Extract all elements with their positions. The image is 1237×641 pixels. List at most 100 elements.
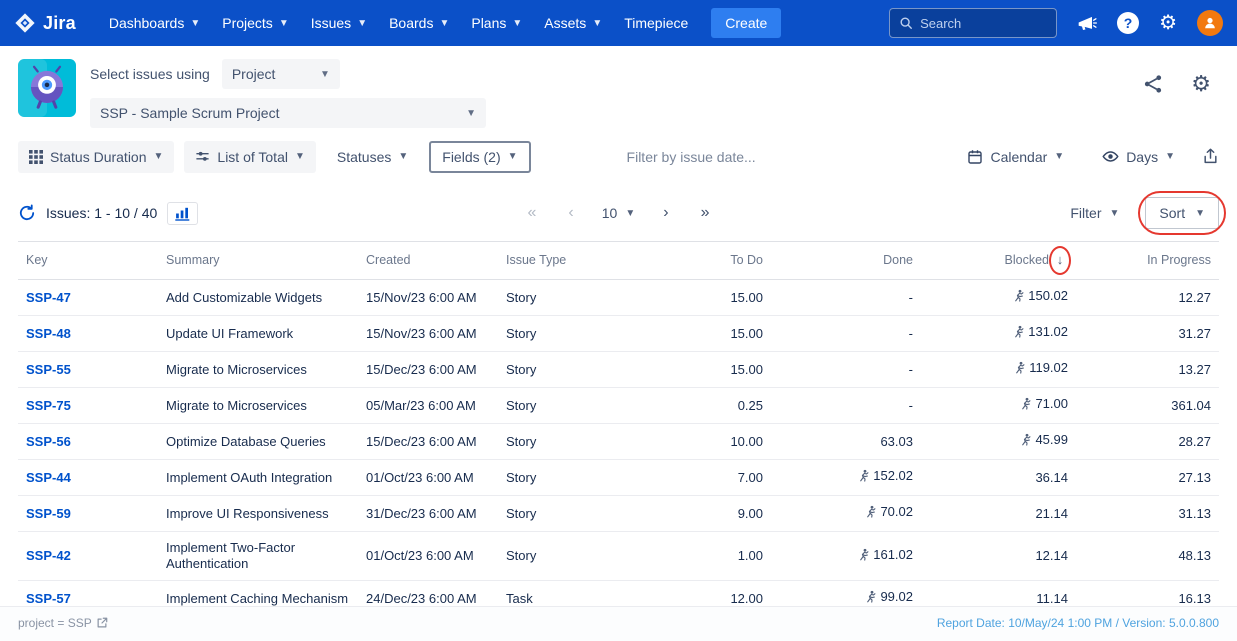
pagination-next-button[interactable]: › bbox=[659, 202, 672, 224]
nav-item-timepiece[interactable]: Timepiece bbox=[613, 0, 699, 46]
column-header-in-progress[interactable]: In Progress bbox=[1076, 242, 1219, 280]
pagination-last-button[interactable]: » bbox=[697, 202, 714, 224]
issue-type: Story bbox=[498, 316, 603, 352]
runner-icon bbox=[1018, 397, 1032, 411]
sliders-icon bbox=[195, 149, 210, 164]
chevron-down-icon: ▼ bbox=[1054, 151, 1064, 162]
issue-created: 15/Nov/23 6:00 AM bbox=[358, 280, 498, 316]
issue-key-link[interactable]: SSP-57 bbox=[26, 591, 71, 606]
issue-type: Story bbox=[498, 388, 603, 424]
issue-created: 01/Oct/23 6:00 AM bbox=[358, 460, 498, 496]
chevron-down-icon: ▼ bbox=[625, 208, 635, 219]
issue-key-link[interactable]: SSP-56 bbox=[26, 434, 71, 449]
issue-type: Story bbox=[498, 280, 603, 316]
issue-summary: Implement Two-Factor Authentication bbox=[158, 532, 358, 581]
nav-item-boards[interactable]: Boards▼ bbox=[378, 0, 460, 46]
column-header-key[interactable]: Key bbox=[18, 242, 158, 280]
inprogress-value: 48.13 bbox=[1076, 532, 1219, 581]
column-header-todo[interactable]: To Do bbox=[603, 242, 771, 280]
report-type-dropdown[interactable]: Status Duration ▼ bbox=[18, 141, 174, 173]
issue-created: 31/Dec/23 6:00 AM bbox=[358, 496, 498, 532]
view-format-dropdown[interactable]: List of Total ▼ bbox=[184, 141, 315, 173]
issue-key-cell: SSP-44 bbox=[18, 460, 158, 496]
sort-dropdown[interactable]: Sort ▼ bbox=[1145, 197, 1219, 229]
issue-key-link[interactable]: SSP-47 bbox=[26, 290, 71, 305]
page-size-dropdown[interactable]: 10 ▼ bbox=[602, 205, 635, 221]
calendar-icon bbox=[967, 149, 983, 165]
project-dropdown[interactable]: SSP - Sample Scrum Project ▼ bbox=[90, 98, 486, 128]
report-bar: Issues: 1 - 10 / 40 « ‹ 10 ▼ › » Filter … bbox=[0, 187, 1237, 241]
inprogress-value: 12.27 bbox=[1076, 280, 1219, 316]
external-link-icon bbox=[96, 617, 108, 629]
runner-icon bbox=[863, 505, 877, 519]
issue-created: 15/Dec/23 6:00 AM bbox=[358, 352, 498, 388]
issue-created: 05/Mar/23 6:00 AM bbox=[358, 388, 498, 424]
sort-descending-icon[interactable]: ↓ bbox=[1052, 252, 1068, 267]
eye-icon bbox=[1102, 148, 1119, 165]
search-input[interactable] bbox=[920, 16, 1047, 31]
inprogress-value: 28.27 bbox=[1076, 424, 1219, 460]
settings-button[interactable]: ⚙ bbox=[1159, 13, 1177, 33]
chart-view-button[interactable] bbox=[167, 202, 198, 225]
inprogress-value: 27.13 bbox=[1076, 460, 1219, 496]
issue-key-link[interactable]: SSP-59 bbox=[26, 506, 71, 521]
issue-type: Story bbox=[498, 460, 603, 496]
announcements-button[interactable] bbox=[1077, 14, 1097, 32]
share-button[interactable] bbox=[1143, 74, 1163, 94]
issue-key-link[interactable]: SSP-44 bbox=[26, 470, 71, 485]
nav-item-issues[interactable]: Issues▼ bbox=[300, 0, 378, 46]
nav-item-plans[interactable]: Plans▼ bbox=[460, 0, 533, 46]
blocked-value: 12.14 bbox=[921, 532, 1076, 581]
help-button[interactable]: ? bbox=[1117, 12, 1139, 34]
inprogress-value: 13.27 bbox=[1076, 352, 1219, 388]
issue-key-link[interactable]: SSP-42 bbox=[26, 548, 71, 563]
statuses-dropdown[interactable]: Statuses ▼ bbox=[326, 141, 419, 173]
jql-link[interactable]: project = SSP bbox=[18, 616, 108, 630]
column-header-issue-type[interactable]: Issue Type bbox=[498, 242, 603, 280]
blocked-value: 150.02 bbox=[921, 280, 1076, 316]
nav-item-assets[interactable]: Assets▼ bbox=[533, 0, 613, 46]
nav-item-projects[interactable]: Projects▼ bbox=[211, 0, 299, 46]
export-button[interactable] bbox=[1202, 148, 1219, 165]
todo-value: 9.00 bbox=[603, 496, 771, 532]
refresh-button[interactable] bbox=[18, 204, 36, 222]
column-header-done[interactable]: Done bbox=[771, 242, 921, 280]
issue-date-filter-input[interactable] bbox=[627, 149, 847, 165]
nav-item-dashboards[interactable]: Dashboards▼ bbox=[98, 0, 211, 46]
chevron-down-icon: ▼ bbox=[466, 108, 476, 119]
issues-count-label: Issues: 1 - 10 / 40 bbox=[46, 205, 157, 221]
fields-dropdown[interactable]: Fields (2) ▼ bbox=[429, 141, 530, 173]
issue-source-dropdown[interactable]: Project ▼ bbox=[222, 59, 340, 89]
calendar-dropdown[interactable]: Calendar ▼ bbox=[956, 141, 1075, 173]
issue-key-link[interactable]: SSP-55 bbox=[26, 362, 71, 377]
pagination-prev-button[interactable]: ‹ bbox=[564, 202, 577, 224]
gear-icon: ⚙ bbox=[1159, 13, 1177, 33]
time-unit-dropdown[interactable]: Days ▼ bbox=[1091, 140, 1186, 173]
filter-dropdown[interactable]: Filter ▼ bbox=[1070, 205, 1119, 221]
create-button[interactable]: Create bbox=[711, 8, 781, 38]
todo-value: 0.25 bbox=[603, 388, 771, 424]
jira-logo[interactable]: Jira bbox=[14, 12, 76, 34]
inprogress-value: 31.13 bbox=[1076, 496, 1219, 532]
issue-summary: Migrate to Microservices bbox=[158, 352, 358, 388]
issue-created: 15/Nov/23 6:00 AM bbox=[358, 316, 498, 352]
issue-key-link[interactable]: SSP-75 bbox=[26, 398, 71, 413]
done-value: 161.02 bbox=[771, 532, 921, 581]
pagination-first-button[interactable]: « bbox=[524, 202, 541, 224]
done-value: - bbox=[771, 316, 921, 352]
todo-value: 7.00 bbox=[603, 460, 771, 496]
jira-logo-text: Jira bbox=[43, 13, 76, 34]
issue-key-cell: SSP-55 bbox=[18, 352, 158, 388]
global-search[interactable] bbox=[889, 8, 1057, 38]
column-header-blocked[interactable]: Blocked ↓ bbox=[921, 242, 1076, 280]
report-settings-button[interactable]: ⚙ bbox=[1191, 73, 1211, 95]
chevron-down-icon: ▼ bbox=[1195, 208, 1205, 219]
column-header-summary[interactable]: Summary bbox=[158, 242, 358, 280]
table-row: SSP-56Optimize Database Queries15/Dec/23… bbox=[18, 424, 1219, 460]
issue-key-link[interactable]: SSP-48 bbox=[26, 326, 71, 341]
profile-button[interactable] bbox=[1197, 10, 1223, 36]
table-row: SSP-48Update UI Framework15/Nov/23 6:00 … bbox=[18, 316, 1219, 352]
chevron-down-icon: ▼ bbox=[398, 151, 408, 162]
done-value: 63.03 bbox=[771, 424, 921, 460]
column-header-created[interactable]: Created bbox=[358, 242, 498, 280]
